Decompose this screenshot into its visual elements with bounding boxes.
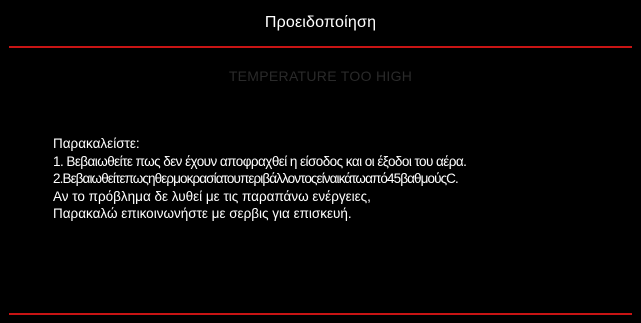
dialog-title: Προειδοποίηση: [264, 14, 377, 31]
message-line-contact: Παρακαλώ επικοινωνήστε με σερβις για επι…: [53, 206, 352, 222]
message-line-step-1: 1. Βεβαιωθείτε πως δεν έχουν αποφραχθεί …: [53, 153, 467, 169]
message-line-step-2: 2.Βεβαιωθείτεπωςηθερμοκρασίατουπεριβάλλο…: [53, 171, 459, 187]
message-line-fallback: Αν το πρόβλημα δε λυθεί με τις παραπάνω …: [53, 188, 371, 204]
warning-heading: TEMPERATURE TOO HIGH: [228, 68, 413, 84]
title-divider: [9, 46, 632, 48]
warning-dialog: Προειδοποίηση TEMPERATURE TOO HIGH Παρακ…: [0, 0, 641, 323]
message-body: Παρακαλείστε: 1. Βεβαιωθείτε πως δεν έχο…: [53, 135, 633, 223]
message-line-intro: Παρακαλείστε:: [53, 136, 140, 151]
footer-divider: [9, 313, 632, 315]
